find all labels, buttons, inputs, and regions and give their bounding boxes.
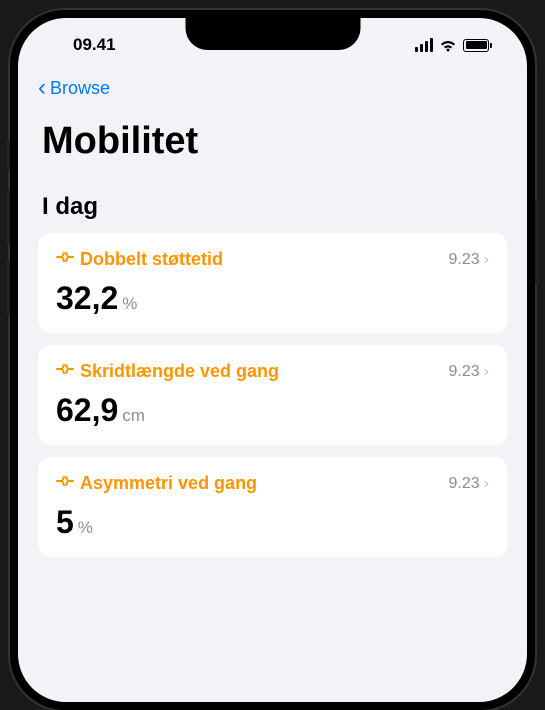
back-label: Browse — [50, 78, 110, 99]
card-title-group: Skridtlængde ved gang — [56, 361, 279, 382]
card-walking-asymmetry[interactable]: Asymmetri ved gang 9.23 › 5 % — [38, 457, 507, 557]
section-header: I dag — [18, 171, 527, 233]
back-button[interactable]: ‹ Browse — [38, 74, 507, 102]
chevron-right-icon: › — [484, 475, 489, 493]
card-timestamp: 9.23 — [449, 475, 480, 493]
card-header: Skridtlængde ved gang 9.23 › — [56, 361, 489, 382]
nav-bar: ‹ Browse — [18, 62, 527, 102]
chevron-left-icon: ‹ — [38, 74, 46, 102]
card-step-length[interactable]: Skridtlængde ved gang 9.23 › 62,9 cm — [38, 345, 507, 445]
silent-switch — [6, 140, 10, 170]
chevron-right-icon: › — [484, 363, 489, 381]
card-meta: 9.23 › — [449, 363, 489, 381]
card-list: Dobbelt støttetid 9.23 › 32,2 % — [18, 233, 527, 557]
value-unit: cm — [122, 406, 145, 426]
notch — [185, 18, 360, 50]
card-double-support-time[interactable]: Dobbelt støttetid 9.23 › 32,2 % — [38, 233, 507, 333]
card-header: Asymmetri ved gang 9.23 › — [56, 473, 489, 494]
phone-frame: 09.41 — [10, 10, 535, 710]
mobility-icon — [56, 473, 74, 494]
card-title-label: Asymmetri ved gang — [80, 473, 257, 494]
card-timestamp: 9.23 — [449, 363, 480, 381]
card-title-label: Skridtlængde ved gang — [80, 361, 279, 382]
card-meta: 9.23 › — [449, 251, 489, 269]
chevron-right-icon: › — [484, 251, 489, 269]
status-time: 09.41 — [48, 35, 116, 55]
card-title-label: Dobbelt støttetid — [80, 249, 223, 270]
mobility-icon — [56, 361, 74, 382]
card-title-group: Asymmetri ved gang — [56, 473, 257, 494]
value-unit: % — [122, 294, 137, 314]
card-meta: 9.23 › — [449, 475, 489, 493]
power-button — [535, 200, 539, 285]
value-number: 5 — [56, 504, 74, 541]
value-number: 62,9 — [56, 392, 118, 429]
card-value: 62,9 cm — [56, 392, 489, 429]
card-header: Dobbelt støttetid 9.23 › — [56, 249, 489, 270]
card-value: 5 % — [56, 504, 489, 541]
card-value: 32,2 % — [56, 280, 489, 317]
value-unit: % — [78, 518, 93, 538]
cellular-signal-icon — [415, 38, 433, 52]
volume-down-button — [6, 260, 10, 315]
volume-up-button — [6, 190, 10, 245]
status-indicators — [415, 38, 497, 52]
screen: 09.41 — [18, 18, 527, 702]
wifi-icon — [439, 39, 457, 52]
page-title: Mobilitet — [18, 102, 527, 171]
card-title-group: Dobbelt støttetid — [56, 249, 223, 270]
card-timestamp: 9.23 — [449, 251, 480, 269]
battery-icon — [463, 39, 492, 52]
value-number: 32,2 — [56, 280, 118, 317]
mobility-icon — [56, 249, 74, 270]
